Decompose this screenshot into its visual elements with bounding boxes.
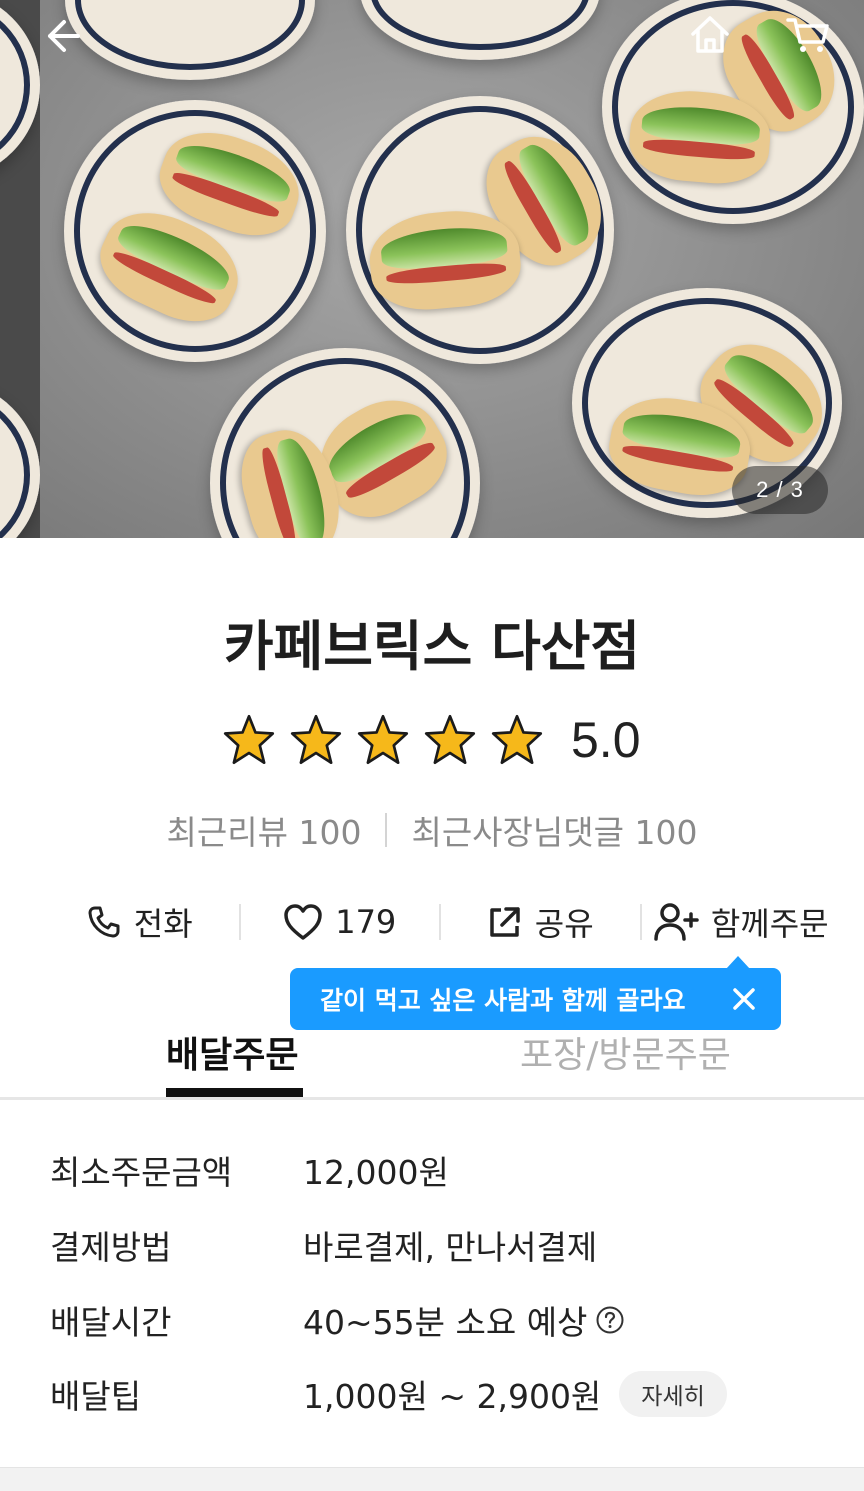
divider — [385, 813, 388, 847]
delivery-tip-label: 배달팁 — [50, 1377, 142, 1416]
divider — [0, 1097, 864, 1100]
share-icon — [490, 907, 520, 937]
star-icon — [357, 714, 409, 765]
share-button[interactable]: 공유 — [441, 890, 640, 954]
delivery-time-value: 40~55분 소요 예상 — [303, 1303, 588, 1342]
min-order-value: 12,000원 — [303, 1153, 449, 1192]
payment-method-value: 바로결제, 만나서결제 — [303, 1228, 598, 1267]
heart-icon — [284, 904, 322, 940]
delivery-tip-value: 1,000원 ~ 2,900원 — [303, 1377, 602, 1416]
phone-icon — [88, 906, 120, 938]
like-count: 179 — [335, 903, 397, 941]
store-image-carousel[interactable]: 2 / 3 — [0, 0, 864, 538]
store-photo — [40, 0, 864, 538]
payment-method-row: 결제방법 바로결제, 만나서결제 — [50, 1221, 597, 1269]
owner-replies-link[interactable]: 최근사장님댓글 100 — [411, 806, 697, 854]
tab-delivery[interactable]: 배달주문 — [166, 1026, 298, 1078]
tab-pickup[interactable]: 포장/방문주문 — [520, 1026, 731, 1078]
payment-method-label: 결제방법 — [50, 1228, 172, 1267]
review-summary: 최근리뷰 100 최근사장님댓글 100 — [0, 806, 864, 854]
delivery-time-label: 배달시간 — [50, 1303, 172, 1342]
close-icon[interactable] — [729, 984, 759, 1014]
active-tab-indicator — [166, 1088, 303, 1097]
call-button[interactable]: 전화 — [40, 890, 239, 954]
home-icon[interactable] — [682, 8, 738, 60]
delivery-tip-detail-button[interactable]: 자세히 — [619, 1371, 727, 1417]
add-person-icon — [654, 903, 699, 941]
previous-image-peek — [0, 0, 40, 538]
recent-reviews-link[interactable]: 최근리뷰 100 — [167, 806, 362, 854]
star-icon — [424, 714, 476, 765]
call-label: 전화 — [133, 905, 193, 943]
star-icon — [290, 714, 342, 765]
star-icon — [223, 714, 275, 765]
help-icon[interactable] — [595, 1305, 625, 1335]
delivery-tip-row: 배달팁 1,000원 ~ 2,900원 자세히 — [50, 1370, 727, 1418]
min-order-label: 최소주문금액 — [50, 1153, 233, 1192]
delivery-time-value-group: 40~55분 소요 예상 — [303, 1296, 625, 1344]
section-separator — [0, 1467, 864, 1491]
group-order-button[interactable]: 함께주문 — [642, 890, 841, 954]
share-label: 공유 — [534, 905, 594, 943]
store-rating: 5.0 — [222, 708, 641, 772]
star-icon — [491, 714, 543, 765]
store-actions: 전화 179 공유 함께주문 — [40, 890, 840, 954]
rating-value: 5.0 — [571, 712, 641, 768]
delivery-tip-value-group: 1,000원 ~ 2,900원 자세히 — [303, 1370, 727, 1418]
group-order-label: 함께주문 — [710, 905, 829, 943]
image-page-indicator: 2 / 3 — [732, 466, 828, 514]
store-name: 카페브릭스 다산점 — [223, 615, 641, 678]
back-arrow-icon[interactable] — [30, 10, 90, 62]
delivery-time-row: 배달시간 40~55분 소요 예상 — [50, 1296, 625, 1344]
group-order-tooltip: 같이 먹고 싶은 사람과 함께 골라요 — [290, 956, 781, 1030]
tooltip-text: 같이 먹고 싶은 사람과 함께 골라요 — [320, 986, 686, 1015]
order-type-tabs: 배달주문 포장/방문주문 — [0, 1022, 864, 1100]
like-button[interactable]: 179 — [241, 890, 440, 954]
min-order-row: 최소주문금액 12,000원 — [50, 1146, 449, 1194]
cart-icon[interactable] — [778, 8, 838, 60]
